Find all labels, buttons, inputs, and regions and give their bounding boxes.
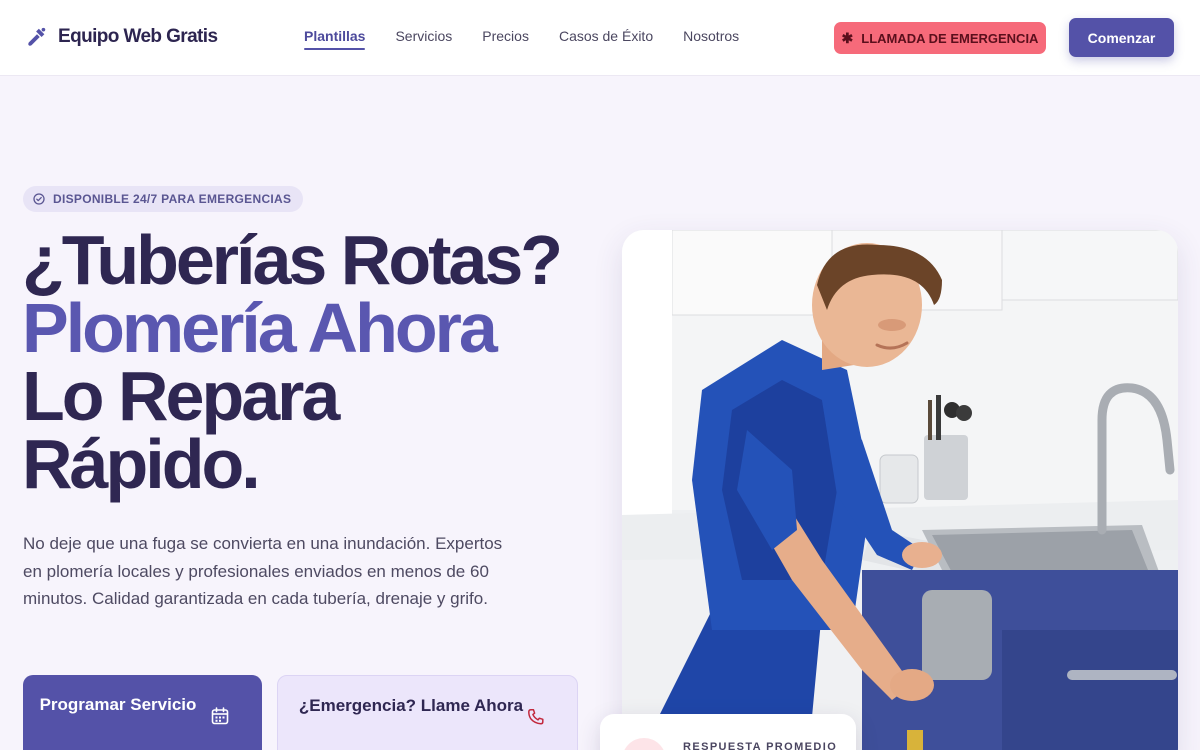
headline-line-1: ¿Tuberías Rotas? bbox=[22, 221, 563, 299]
nav-item-servicios[interactable]: Servicios bbox=[395, 28, 452, 50]
brand-name: Equipo Web Gratis bbox=[58, 26, 218, 47]
brand-logo[interactable]: Equipo Web Gratis bbox=[26, 26, 218, 48]
stat-icon bbox=[622, 738, 666, 750]
hammer-icon bbox=[28, 27, 46, 46]
headline-line-2: Plomería Ahora bbox=[22, 289, 498, 367]
nav-item-precios[interactable]: Precios bbox=[482, 28, 529, 50]
hero-description: No deje que una fuga se convierta en una… bbox=[23, 534, 503, 608]
headline-line-3: Lo Repara bbox=[22, 357, 340, 435]
availability-badge-label: DISPONIBLE 24/7 PARA EMERGENCIAS bbox=[53, 192, 292, 206]
schedule-service-label: Programar Servicio bbox=[39, 695, 197, 714]
clock-check-icon bbox=[33, 193, 45, 205]
calendar-icon bbox=[211, 707, 229, 725]
schedule-service-button[interactable]: Programar Servicio bbox=[23, 675, 262, 750]
nav-item-nosotros[interactable]: Nosotros bbox=[683, 28, 739, 50]
response-stat-card: RESPUESTA PROMEDIO bbox=[600, 714, 856, 750]
emergency-call-button[interactable]: ✱ LLAMADA DE EMERGENCIA bbox=[834, 22, 1046, 54]
hero-headline: ¿Tuberías Rotas? Plomería Ahora Lo Repar… bbox=[22, 221, 602, 503]
get-started-button[interactable]: Comenzar bbox=[1069, 18, 1174, 57]
site-header: Equipo Web Gratis Plantillas Servicios P… bbox=[0, 0, 1200, 76]
emergency-call-label: LLAMADA DE EMERGENCIA bbox=[861, 30, 1039, 46]
nav-item-casos-de-exito[interactable]: Casos de Éxito bbox=[559, 28, 653, 50]
nav-item-plantillas[interactable]: Plantillas bbox=[304, 28, 366, 50]
plumber-illustration bbox=[622, 230, 1178, 750]
availability-badge: DISPONIBLE 24/7 PARA EMERGENCIAS bbox=[23, 186, 304, 212]
asterisk-icon: ✱ bbox=[841, 30, 854, 46]
stat-label: RESPUESTA PROMEDIO bbox=[683, 741, 838, 750]
main-nav: Plantillas Servicios Precios Casos de Éx… bbox=[304, 28, 739, 50]
emergency-call-now-label: ¿Emergencia? Llame Ahora bbox=[298, 696, 524, 715]
plumber-photo bbox=[622, 230, 1178, 750]
phone-icon bbox=[528, 709, 544, 725]
emergency-call-now-button[interactable]: ¿Emergencia? Llame Ahora bbox=[277, 675, 578, 750]
headline-line-4: Rápido. bbox=[22, 425, 261, 503]
